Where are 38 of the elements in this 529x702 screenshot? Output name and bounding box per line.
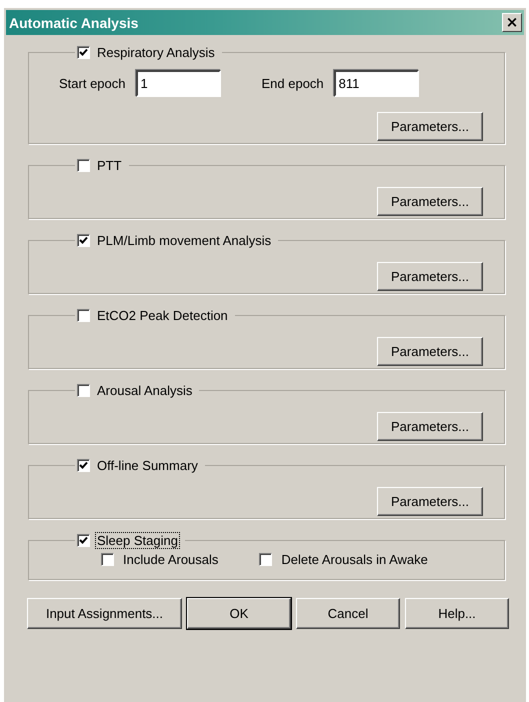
- field-label: End epoch: [262, 76, 324, 91]
- input-field[interactable]: 811: [334, 70, 419, 97]
- checkbox-label[interactable]: PTT: [96, 158, 123, 173]
- parameters-button[interactable]: Parameters...: [377, 412, 483, 441]
- window-title: Automatic Analysis: [9, 14, 138, 30]
- checkbox-label[interactable]: PLM/Limb movement Analysis: [96, 233, 272, 248]
- checkbox[interactable]: [77, 159, 90, 172]
- checkmark-icon: [79, 48, 88, 57]
- checkbox[interactable]: [77, 534, 90, 547]
- checkbox-label[interactable]: Arousal Analysis: [96, 383, 194, 398]
- checkbox-label[interactable]: Off-line Summary: [96, 458, 199, 473]
- checkbox[interactable]: [77, 459, 90, 472]
- parameters-button[interactable]: Parameters...: [377, 187, 483, 216]
- checkbox[interactable]: [77, 234, 90, 247]
- parameters-button[interactable]: Parameters...: [377, 487, 483, 516]
- input-field[interactable]: 1: [136, 70, 220, 97]
- checkmark-icon: [79, 461, 88, 470]
- checkbox[interactable]: [77, 46, 90, 59]
- parameters-button[interactable]: Parameters...: [377, 337, 483, 366]
- checkmark-icon: [79, 536, 88, 545]
- checkbox[interactable]: [101, 553, 114, 566]
- dialog-button[interactable]: OK: [187, 598, 291, 629]
- checkbox-label[interactable]: Sleep Staging: [96, 533, 179, 548]
- dialog-button[interactable]: Input Assignments...: [27, 598, 182, 629]
- dialog-button[interactable]: Help...: [405, 598, 509, 629]
- parameters-button[interactable]: Parameters...: [377, 262, 483, 291]
- field-label: Start epoch: [59, 76, 126, 91]
- checkbox-label[interactable]: Include Arousals: [122, 552, 220, 567]
- checkbox-label[interactable]: Respiratory Analysis: [96, 45, 216, 60]
- close-button[interactable]: ×: [502, 13, 522, 32]
- parameters-button[interactable]: Parameters...: [377, 112, 483, 141]
- checkbox[interactable]: [77, 384, 90, 397]
- dialog-button[interactable]: Cancel: [296, 598, 400, 629]
- checkbox[interactable]: [77, 309, 90, 322]
- checkbox-label[interactable]: EtCO2 Peak Detection: [96, 308, 229, 323]
- checkbox[interactable]: [259, 553, 272, 566]
- checkmark-icon: [79, 236, 88, 245]
- checkbox-label[interactable]: Delete Arousals in Awake: [280, 552, 429, 567]
